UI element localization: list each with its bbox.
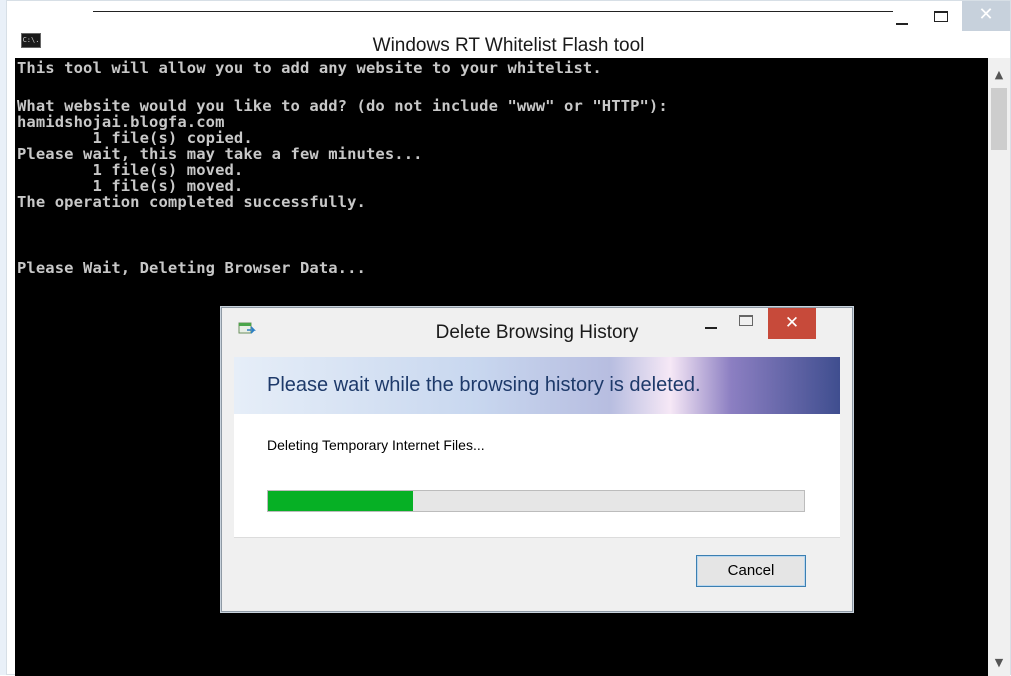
maximize-icon (934, 11, 948, 22)
minimize-icon (896, 23, 908, 25)
console-line: What website would you like to add? (do … (17, 97, 668, 115)
console-line: 1 file(s) moved. (17, 177, 244, 195)
console-maximize-button[interactable] (922, 1, 962, 33)
dialog-content: Deleting Temporary Internet Files... (234, 414, 840, 537)
console-line: 1 file(s) copied. (17, 129, 253, 147)
console-title: Windows RT Whitelist Flash tool (372, 35, 645, 56)
progress-bar (267, 490, 805, 512)
console-minimize-button[interactable] (882, 1, 922, 33)
console-line: 1 file(s) moved. (17, 161, 244, 179)
maximize-icon (739, 315, 753, 326)
progress-bar-fill (268, 491, 413, 511)
console-line: hamidshojai.blogfa.com (17, 113, 225, 131)
cancel-button[interactable]: Cancel (696, 555, 806, 587)
dialog-heading: Please wait while the browsing history i… (267, 374, 701, 396)
window-edge-line (93, 11, 893, 12)
console-line: Please wait, this may take a few minutes… (17, 145, 423, 163)
deletion-status-text: Deleting Temporary Internet Files... (267, 437, 485, 453)
console-close-button[interactable]: ✕ (962, 1, 1010, 31)
console-scrollbar[interactable]: ▲ ▼ (988, 58, 1010, 676)
delete-browsing-history-dialog: Delete Browsing History ✕ Please wait wh… (221, 307, 853, 612)
minimize-icon (705, 327, 717, 329)
scroll-down-arrow-icon[interactable]: ▼ (988, 652, 1010, 674)
scroll-thumb[interactable] (991, 88, 1007, 150)
console-line: Please Wait, Deleting Browser Data... (17, 259, 366, 277)
dialog-titlebar[interactable]: Delete Browsing History ✕ (222, 308, 852, 356)
dialog-banner: Please wait while the browsing history i… (234, 357, 840, 414)
dialog-minimize-button[interactable] (699, 312, 725, 334)
scroll-up-arrow-icon[interactable]: ▲ (988, 64, 1010, 86)
console-line: The operation completed successfully. (17, 193, 366, 211)
dialog-close-button[interactable]: ✕ (768, 308, 816, 339)
dialog-footer: Cancel (234, 537, 840, 602)
console-titlebar[interactable]: C:\. Windows RT Whitelist Flash tool (7, 13, 1010, 57)
console-window-controls: ✕ (882, 1, 1010, 35)
console-line: This tool will allow you to add any webs… (17, 59, 602, 77)
dialog-maximize-button[interactable] (732, 312, 762, 334)
